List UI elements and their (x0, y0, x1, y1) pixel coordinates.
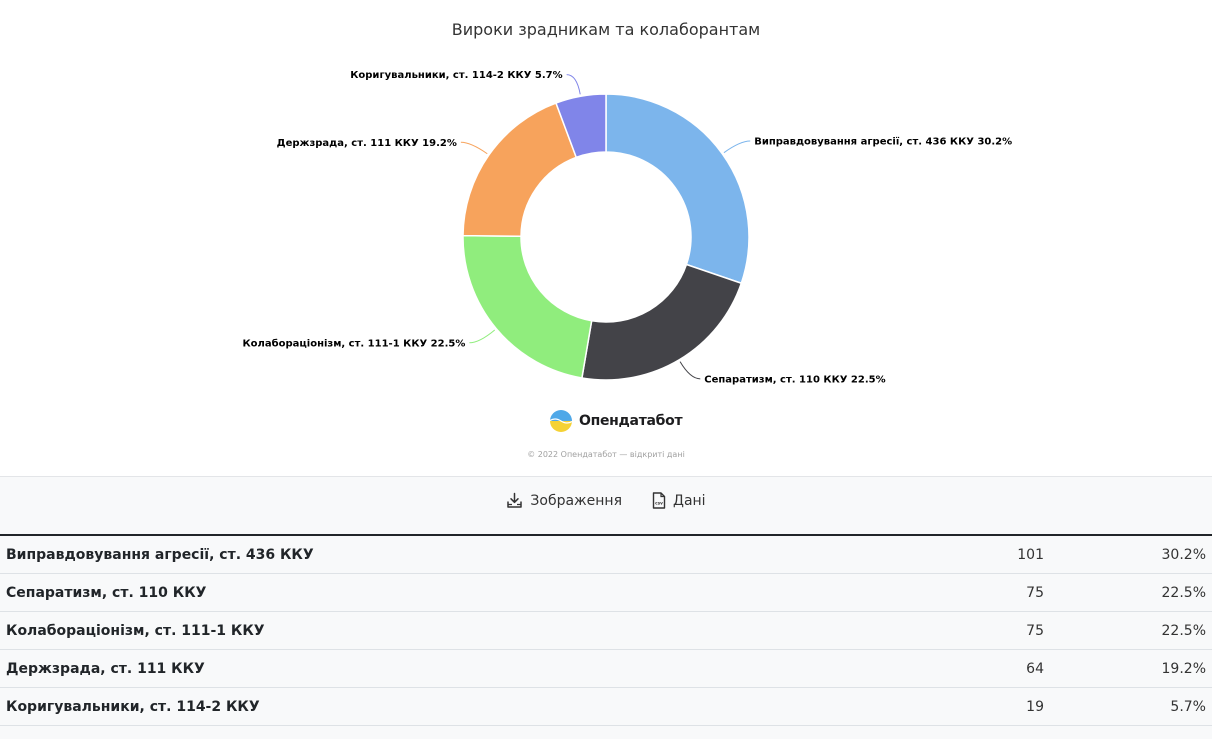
row-name: Держзрада, ст. 111 ККУ (0, 649, 812, 688)
data-label: Коригувальники, ст. 114-2 ККУ 5.7% (350, 70, 562, 81)
row-count: 19 (812, 687, 1050, 726)
row-name: Колабораціонізм, ст. 111-1 ККУ (0, 611, 812, 650)
copyright-text: © 2022 Опендатабот — відкриті дані (527, 450, 685, 459)
data-label: Держзрада, ст. 111 ККУ 19.2% (277, 138, 457, 149)
row-percent: 5.7% (1050, 687, 1212, 726)
download-image-label: Зображення (530, 492, 623, 509)
export-actions: Зображення csv Дані (0, 492, 1212, 509)
row-name: Виправдовування агресії, ст. 436 ККУ (0, 535, 812, 574)
table-row: Виправдовування агресії, ст. 436 ККУ 101 3… (0, 535, 1212, 574)
brand-name: Опендатабот (579, 413, 683, 429)
table-row: Коригувальники, ст. 114-2 ККУ 19 5.7% (0, 687, 1212, 726)
label-connector (460, 141, 488, 155)
brand-logo: Опендатабот (549, 408, 683, 434)
row-percent: 22.5% (1050, 611, 1212, 650)
data-table: Виправдовування агресії, ст. 436 ККУ 101 3… (0, 534, 1212, 726)
row-count: 101 (812, 535, 1050, 574)
download-data-button[interactable]: csv Дані (652, 492, 706, 509)
opendatabot-logo-icon (550, 410, 572, 432)
data-label: Сепаратизм, ст. 110 ККУ 22.5% (704, 374, 885, 385)
table-row: Держзрада, ст. 111 ККУ 64 19.2% (0, 649, 1212, 688)
download-icon (507, 492, 523, 508)
donut-slice[interactable] (462, 234, 593, 379)
row-count: 64 (812, 649, 1050, 688)
data-label: Виправдовування агресії, ст. 436 ККУ 30.… (754, 136, 1012, 148)
row-name: Сепаратизм, ст. 110 ККУ (0, 573, 812, 612)
download-data-label: Дані (673, 492, 706, 509)
label-connector (566, 74, 581, 95)
donut-slice[interactable] (605, 93, 750, 285)
chart-card: Вироки зрадникам та колаборантам Виправд… (0, 0, 1212, 477)
table-row: Колабораціонізм, ст. 111-1 ККУ 75 22.5% (0, 611, 1212, 650)
row-percent: 19.2% (1050, 649, 1212, 688)
download-image-button[interactable]: Зображення (506, 492, 622, 509)
label-connector (679, 361, 701, 380)
donut-slice[interactable] (462, 102, 578, 237)
donut-chart: Виправдовування агресії, ст. 436 ККУ 30.… (242, 70, 1012, 385)
row-percent: 22.5% (1050, 573, 1212, 612)
svg-text:csv: csv (655, 501, 663, 506)
csv-file-icon: csv (652, 492, 666, 509)
row-name: Коригувальники, ст. 114-2 ККУ (0, 687, 812, 726)
row-percent: 30.2% (1050, 535, 1212, 574)
label-connector (469, 329, 496, 344)
row-count: 75 (812, 573, 1050, 612)
table-row: Сепаратизм, ст. 110 ККУ 75 22.5% (0, 573, 1212, 612)
donut-slice[interactable] (581, 263, 743, 381)
data-label: Колабораціонізм, ст. 111-1 ККУ 22.5% (242, 337, 465, 349)
label-connector (723, 140, 751, 154)
row-count: 75 (812, 611, 1050, 650)
